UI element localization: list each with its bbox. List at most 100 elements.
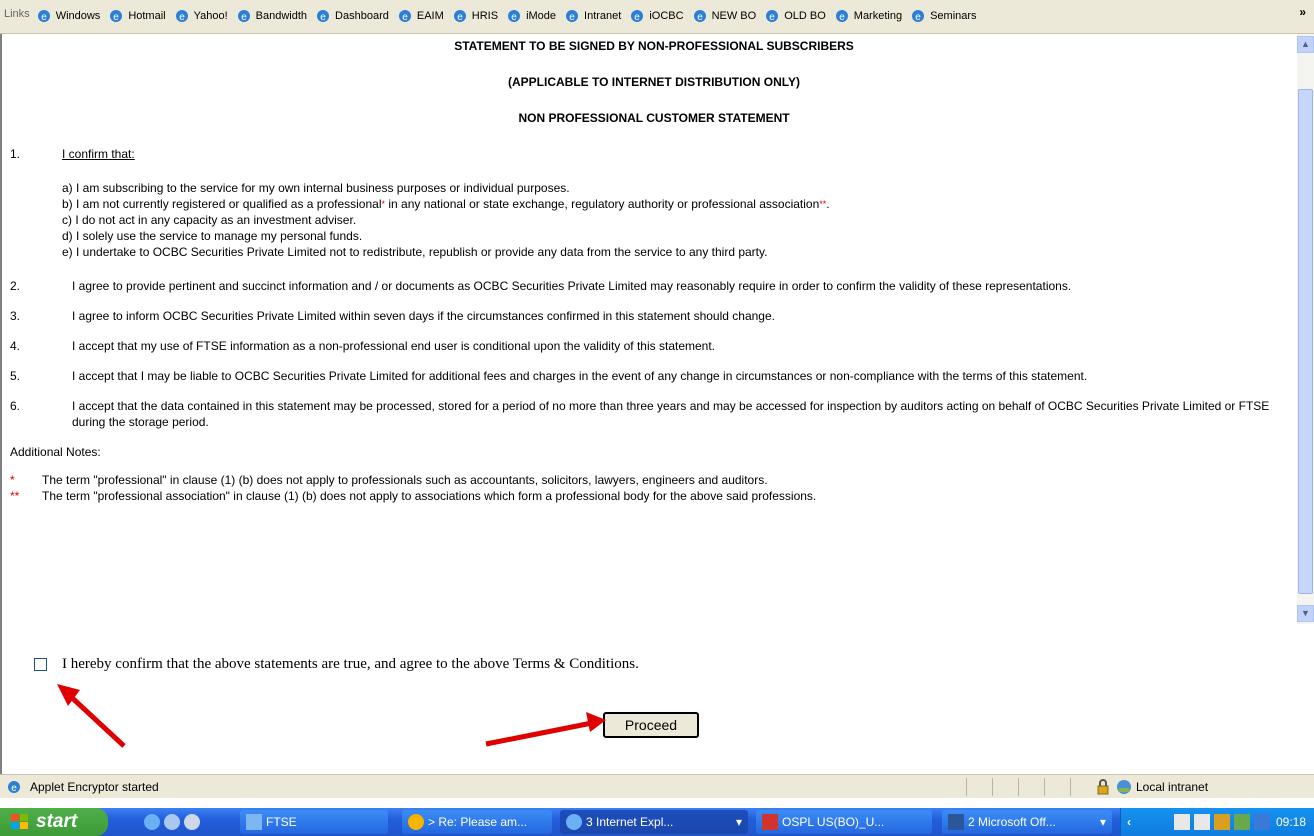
ie-link-icon: e (631, 10, 644, 23)
link-bandwidth[interactable]: e Bandwidth (236, 8, 307, 24)
page-content: STATEMENT TO BE SIGNED BY NON-PROFESSION… (0, 34, 1314, 774)
task-label: OSPL US(BO)_U... (782, 815, 885, 829)
svg-text:e: e (697, 12, 703, 23)
lock-icon (1097, 779, 1109, 795)
link-label: Yahoo! (193, 10, 228, 22)
link-eaim[interactable]: e EAIM (397, 8, 444, 24)
media-player-quicklaunch-icon[interactable] (184, 814, 200, 830)
mail-icon (408, 814, 424, 830)
link-hotmail[interactable]: e Hotmail (108, 8, 166, 24)
task-ospl[interactable]: OSPL US(BO)_U... (756, 810, 932, 834)
link-label: HRIS (471, 10, 499, 22)
svg-text:e: e (635, 12, 641, 23)
ie-link-icon: e (317, 10, 330, 23)
word-icon (948, 814, 964, 830)
network-icon[interactable] (1253, 814, 1270, 830)
task-ftse[interactable]: FTSE (240, 810, 388, 834)
start-button[interactable]: start (0, 808, 108, 836)
link-old-bo[interactable]: e OLD BO (764, 8, 826, 24)
status-divider (1044, 778, 1045, 796)
ie-link-icon: e (175, 10, 188, 23)
windows-logo-icon (11, 814, 28, 829)
status-divider (992, 778, 993, 796)
tray-icon-2[interactable] (1193, 814, 1210, 830)
ie-link-icon: e (693, 10, 706, 23)
svg-text:e: e (839, 12, 845, 23)
link-marketing[interactable]: e Marketing (834, 8, 902, 24)
page-icon: e (8, 780, 20, 794)
link-dashboard[interactable]: e Dashboard (315, 8, 389, 24)
ie-link-icon: e (835, 10, 848, 23)
svg-text:e: e (11, 783, 17, 794)
tray-expand-icon[interactable]: ‹ (1127, 815, 1131, 829)
links-label: Links (4, 8, 30, 20)
link-label: Marketing (853, 10, 903, 22)
zone-label: Local intranet (1136, 779, 1209, 794)
link-windows[interactable]: e Windows (36, 8, 101, 24)
task-email[interactable]: > Re: Please am... (402, 810, 552, 834)
ie-link-icon: e (508, 10, 521, 23)
arrow-to-proceed (485, 712, 606, 747)
link-iocbc[interactable]: e iOCBC (629, 8, 684, 24)
svg-text:e: e (769, 12, 775, 23)
link-hris[interactable]: e HRIS (452, 8, 498, 24)
link-intranet[interactable]: e Intranet (564, 8, 621, 24)
ie-link-icon: e (453, 10, 466, 23)
link-label: iMode (526, 10, 557, 22)
svg-text:e: e (915, 12, 921, 23)
status-text: Applet Encryptor started (30, 779, 159, 794)
task-label: 2 Microsoft Off... (968, 815, 1056, 829)
task-internet-explorer[interactable]: 3 Internet Expl... ▾ (560, 810, 748, 834)
tray-icon-1[interactable] (1173, 814, 1190, 830)
status-divider (1070, 778, 1071, 796)
group-dropdown-icon: ▾ (1099, 815, 1106, 829)
link-seminars[interactable]: e Seminars (910, 8, 977, 24)
task-label: 3 Internet Expl... (586, 815, 674, 829)
group-dropdown-icon: ▾ (735, 815, 742, 829)
ie-link-icon: e (566, 10, 579, 23)
task-microsoft-office[interactable]: 2 Microsoft Off... ▾ (942, 810, 1112, 834)
svg-text:e: e (457, 12, 463, 23)
links-toolbar: Links e Windows e Hotmail e Yahoo! e Bandwidth e… (0, 0, 1314, 34)
ie-link-icon: e (110, 10, 123, 23)
annotation-arrows (57, 684, 606, 748)
pdf-icon (762, 814, 778, 830)
svg-text:e: e (241, 12, 247, 23)
link-yahoo[interactable]: e Yahoo! (174, 8, 228, 24)
link-label: OLD BO (784, 10, 826, 22)
clock: 09:18 (1275, 815, 1306, 829)
status-bar: e Applet Encryptor started Local intrane… (0, 774, 1314, 798)
link-imode[interactable]: e iMode (506, 8, 556, 24)
arrow-to-checkbox (57, 684, 126, 748)
task-label: > Re: Please am... (428, 815, 528, 829)
links-overflow-button[interactable]: » (1299, 5, 1306, 19)
link-label: EAIM (416, 10, 444, 22)
status-divider (966, 778, 967, 796)
tray-icon-3[interactable] (1213, 814, 1230, 830)
link-label: Bandwidth (255, 10, 308, 22)
tray-icon-4[interactable] (1233, 814, 1250, 830)
start-label: start (36, 811, 78, 832)
ie-link-icon: e (766, 10, 779, 23)
ie-link-icon: e (37, 10, 50, 23)
app-icon (246, 814, 262, 830)
ie-link-icon: e (912, 10, 925, 23)
link-label: Windows (55, 10, 101, 22)
svg-text:e: e (511, 12, 517, 23)
task-label: FTSE (266, 815, 297, 829)
link-new-bo[interactable]: e NEW BO (692, 8, 757, 24)
link-label: NEW BO (711, 10, 757, 22)
status-divider (1018, 778, 1019, 796)
browser-quicklaunch-icon[interactable] (164, 814, 180, 830)
link-label: Seminars (930, 10, 977, 22)
svg-text:e: e (402, 12, 408, 23)
svg-text:e: e (41, 12, 47, 23)
svg-text:e: e (114, 12, 120, 23)
svg-text:e: e (179, 12, 185, 23)
ie-quicklaunch-icon[interactable] (144, 814, 160, 830)
svg-text:e: e (569, 12, 575, 23)
link-label: Hotmail (128, 10, 166, 22)
quick-launch (140, 814, 200, 830)
link-label: Intranet (584, 10, 622, 22)
svg-text:e: e (320, 12, 326, 23)
